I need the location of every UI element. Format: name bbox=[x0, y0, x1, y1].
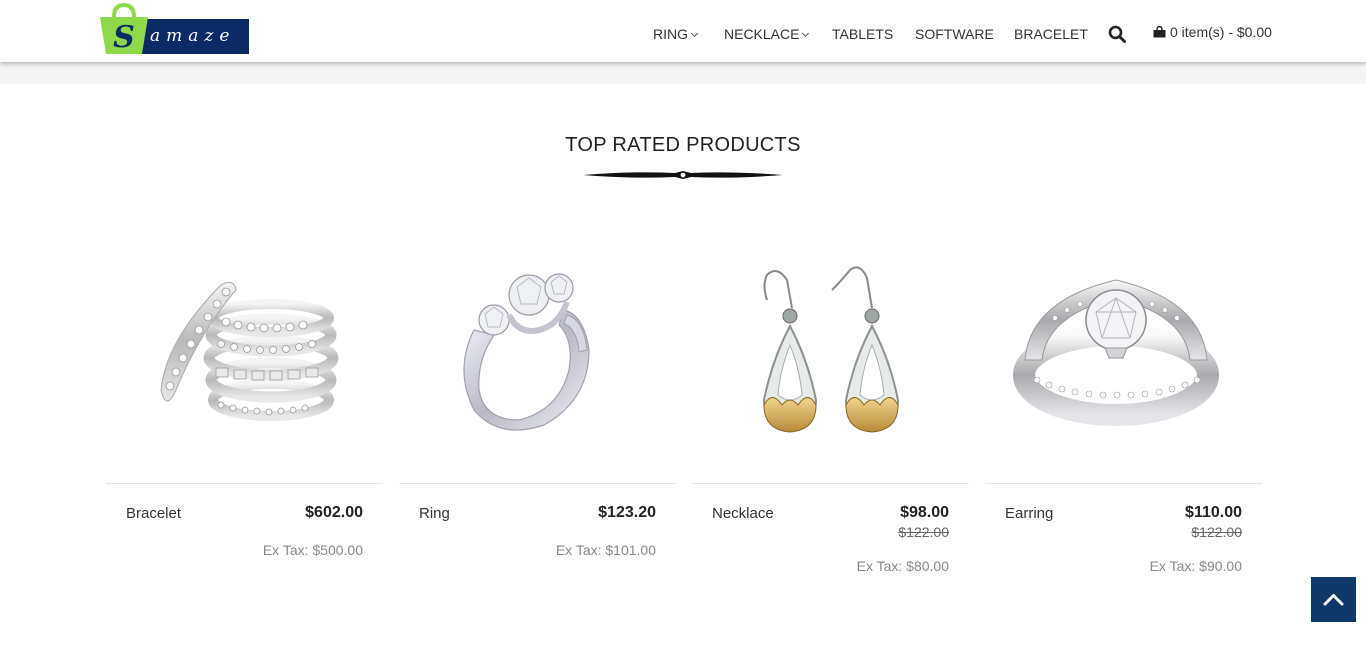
cart-icon bbox=[1153, 25, 1166, 38]
product-ex-tax: Ex Tax: $90.00 bbox=[1149, 558, 1242, 574]
product-old-price: $122.00 bbox=[1191, 524, 1242, 540]
nav-item-necklace[interactable]: NECKLACE bbox=[724, 26, 810, 42]
search-icon[interactable] bbox=[1108, 25, 1126, 43]
product-card[interactable]: Ring $123.20 Ex Tax: $101.00 bbox=[399, 240, 676, 590]
product-image-three-stone-ring[interactable] bbox=[399, 240, 676, 480]
nav-item-bracelet[interactable]: BRACELET bbox=[1014, 26, 1088, 42]
card-divider bbox=[399, 483, 676, 484]
product-price: $602.00 bbox=[305, 504, 363, 521]
section-title: TOP RATED PRODUCTS bbox=[565, 134, 801, 156]
cart-summary: 0 item(s) - $0.00 bbox=[1170, 24, 1272, 40]
product-ex-tax: Ex Tax: $80.00 bbox=[856, 558, 949, 574]
card-divider bbox=[985, 483, 1262, 484]
product-image-solitaire-ring[interactable] bbox=[985, 240, 1262, 480]
chevron-up-icon bbox=[1323, 594, 1344, 606]
product-card[interactable]: Earring $110.00 $122.00 Ex Tax: $90.00 bbox=[985, 240, 1262, 590]
product-card[interactable]: Bracelet $602.00 Ex Tax: $500.00 bbox=[106, 240, 383, 590]
product-name[interactable]: Ring bbox=[419, 505, 450, 522]
product-price: $110.00 bbox=[1185, 504, 1242, 521]
scroll-to-top-button[interactable] bbox=[1311, 577, 1356, 622]
nav-item-ring[interactable]: RING bbox=[653, 26, 699, 42]
nav-item-label: RING bbox=[653, 26, 688, 42]
card-divider bbox=[692, 483, 969, 484]
product-name[interactable]: Necklace bbox=[712, 505, 774, 522]
product-price: $98.00 bbox=[900, 504, 949, 521]
nav-item-label: NECKLACE bbox=[724, 26, 800, 42]
product-image-drop-earrings[interactable] bbox=[692, 240, 969, 480]
product-image-stacked-rings[interactable] bbox=[106, 240, 383, 480]
site-header: S amaze RING NECKLACE TABLETS SOFTWARE B… bbox=[0, 0, 1366, 62]
chevron-down-icon bbox=[690, 29, 699, 38]
product-old-price: $122.00 bbox=[898, 524, 949, 540]
ornament-divider bbox=[583, 171, 783, 179]
product-price: $123.20 bbox=[598, 504, 656, 521]
header-band bbox=[0, 62, 1366, 84]
card-divider bbox=[106, 483, 383, 484]
product-ex-tax: Ex Tax: $500.00 bbox=[262, 542, 363, 558]
nav-item-software[interactable]: SOFTWARE bbox=[915, 26, 994, 42]
chevron-down-icon bbox=[802, 29, 810, 38]
cart-button[interactable]: 0 item(s) - $0.00 bbox=[1153, 24, 1272, 40]
product-ex-tax: Ex Tax: $101.00 bbox=[555, 542, 656, 558]
product-name[interactable]: Earring bbox=[1005, 505, 1053, 522]
nav-item-tablets[interactable]: TABLETS bbox=[832, 26, 893, 42]
product-card[interactable]: Necklace $98.00 $122.00 Ex Tax: $80.00 bbox=[692, 240, 969, 590]
product-name[interactable]: Bracelet bbox=[126, 505, 181, 522]
